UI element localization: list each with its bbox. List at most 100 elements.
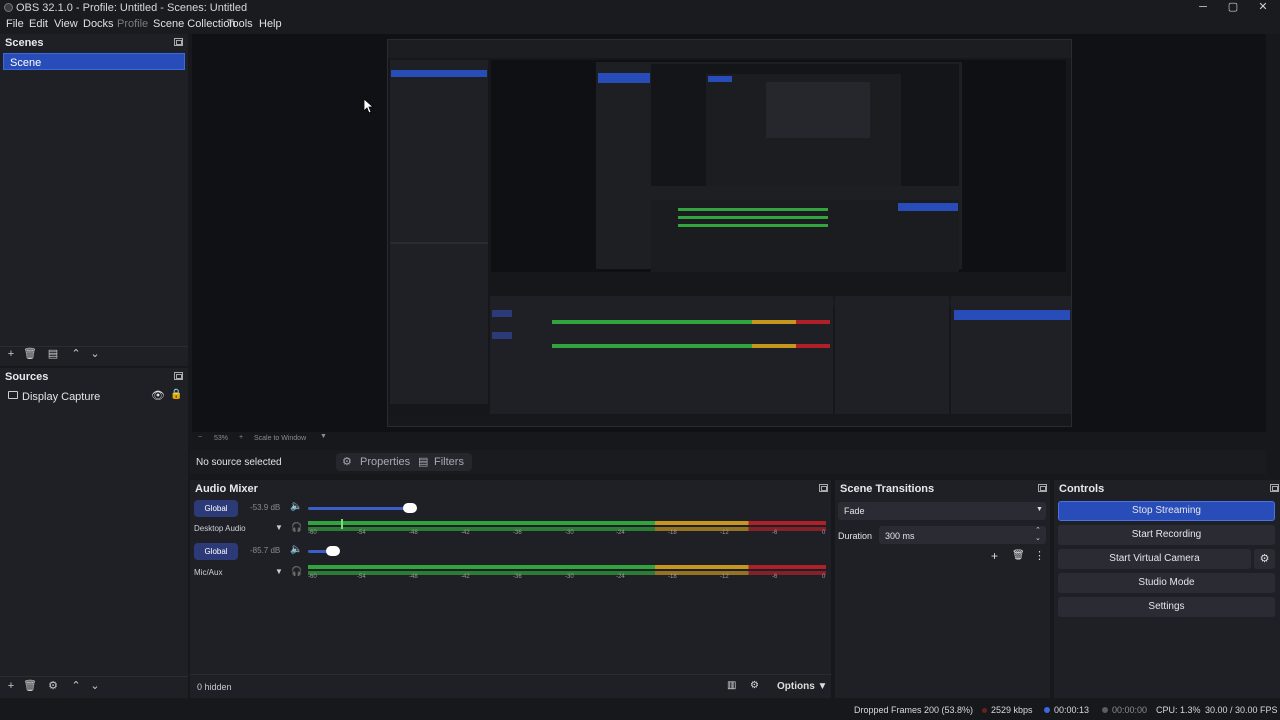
record-time-indicator: 00:00:00 xyxy=(1102,705,1147,715)
title-bar: OBS 32.1.0 - Profile: Untitled - Scenes:… xyxy=(0,0,1280,16)
trash-icon[interactable]: 🗑 xyxy=(1012,550,1025,561)
minimize-button[interactable]: ─ xyxy=(1188,0,1218,16)
transition-select[interactable]: Fade ▼ xyxy=(838,502,1046,520)
global-tag-button[interactable]: Global xyxy=(194,500,238,517)
filters-button[interactable]: ▤ Filters xyxy=(412,453,472,471)
layout-icon[interactable]: ▥ xyxy=(727,680,736,691)
menu-profile[interactable]: Profile xyxy=(117,18,148,30)
options-button[interactable]: Options ▼ xyxy=(777,681,827,692)
scale-tick: -12 xyxy=(720,530,729,536)
scale-tick: -18 xyxy=(668,574,677,580)
chevron-up-icon[interactable]: ⌃ xyxy=(1035,526,1041,534)
scale-dropdown-icon[interactable]: ▼ xyxy=(320,433,327,440)
audio-meter xyxy=(308,565,826,569)
close-button[interactable]: ✕ xyxy=(1248,0,1278,16)
streaming-icon xyxy=(1044,707,1050,713)
trash-icon[interactable]: 🗑 xyxy=(22,347,38,361)
menu-tools[interactable]: Tools xyxy=(227,18,253,30)
scale-tick: -18 xyxy=(668,530,677,536)
volume-slider-handle[interactable] xyxy=(326,546,340,556)
zoom-out-button[interactable]: − xyxy=(198,434,202,441)
menu-docks[interactable]: Docks xyxy=(83,18,114,30)
lock-icon[interactable]: 🔒 xyxy=(170,389,182,400)
start-virtual-camera-button[interactable]: Start Virtual Camera xyxy=(1058,549,1251,569)
duration-spinbox[interactable]: 300 ms ⌃ ⌄ xyxy=(879,526,1046,544)
chevron-up-icon[interactable]: ⌃ xyxy=(68,679,84,693)
hidden-count: 0 hidden xyxy=(197,682,232,692)
zoom-in-button[interactable]: + xyxy=(239,434,243,441)
status-bar: Dropped Frames 200 (53.8%) 2529 kbps 00:… xyxy=(0,700,1280,720)
speaker-icon[interactable]: 🔈 xyxy=(290,544,302,555)
filters-label: Filters xyxy=(434,456,464,468)
source-label: Display Capture xyxy=(22,391,101,403)
scene-item[interactable]: Scene xyxy=(3,53,185,70)
desktop-audio-label: Desktop Audio xyxy=(194,524,246,533)
plus-icon[interactable]: + xyxy=(3,347,19,361)
scene-transitions-dock: Scene Transitions Fade ▼ Duration 300 ms… xyxy=(835,480,1050,698)
scale-mode[interactable]: Scale to Window xyxy=(254,435,306,442)
advanced-settings-icon[interactable]: ⚙ xyxy=(750,680,759,691)
scale-tick: -6 xyxy=(772,574,778,580)
plus-icon[interactable]: + xyxy=(3,679,19,693)
virtual-camera-settings-gear-icon[interactable]: ⚙ xyxy=(1254,549,1275,569)
global-tag-button[interactable]: Global xyxy=(194,543,238,560)
studio-mode-button[interactable]: Studio Mode xyxy=(1058,573,1275,593)
visibility-eye-icon[interactable]: 👁 xyxy=(151,389,165,402)
maximize-button[interactable]: ▢ xyxy=(1218,0,1248,16)
scale-tick: -36 xyxy=(513,530,522,536)
trash-icon[interactable]: 🗑 xyxy=(22,679,38,693)
more-options-icon[interactable]: ⋮ xyxy=(1034,549,1045,562)
mouse-cursor-icon xyxy=(364,99,374,114)
scale-tick: -12 xyxy=(720,574,729,580)
chevron-down-icon[interactable]: ⌄ xyxy=(1035,534,1041,542)
menu-view[interactable]: View xyxy=(54,18,78,30)
gear-icon[interactable]: ⚙ xyxy=(45,679,61,693)
source-item-display-capture[interactable]: Display Capture 👁 🔒 xyxy=(3,388,185,405)
preview-zoom-bar: − 53% + Scale to Window ▼ xyxy=(192,432,1266,446)
zoom-level: 53% xyxy=(214,435,229,442)
volume-slider-handle[interactable] xyxy=(403,503,417,513)
chevron-down-icon[interactable]: ⌄ xyxy=(87,679,103,693)
chevron-down-icon[interactable]: ▼ xyxy=(275,523,283,532)
chevron-down-icon: ▼ xyxy=(1036,506,1043,513)
chevron-down-icon[interactable]: ⌄ xyxy=(87,347,103,361)
source-toolbar: No source selected ⚙ Properties ▤ Filter… xyxy=(190,450,1266,474)
headphones-icon[interactable]: 🎧 xyxy=(291,566,302,577)
properties-button[interactable]: ⚙ Properties xyxy=(336,453,419,471)
scale-tick: -48 xyxy=(409,530,418,536)
menu-help[interactable]: Help xyxy=(259,18,282,30)
meter-scale: -60 -54 -48 -42 -36 -30 -24 -18 -12 -6 0 xyxy=(308,530,828,538)
settings-button[interactable]: Settings xyxy=(1058,597,1275,617)
meter-scale: -60 -54 -48 -42 -36 -30 -24 -18 -12 -6 0 xyxy=(308,574,828,582)
scale-tick: -6 xyxy=(772,530,778,536)
chevron-down-icon[interactable]: ▼ xyxy=(275,567,283,576)
menu-scene-collection[interactable]: Scene Collection xyxy=(153,18,236,30)
menu-edit[interactable]: Edit xyxy=(29,18,48,30)
stop-streaming-button[interactable]: Stop Streaming xyxy=(1058,501,1275,521)
undock-icon[interactable] xyxy=(174,372,183,380)
options-label: Options xyxy=(777,681,815,692)
gear-icon: ⚙ xyxy=(342,456,352,468)
filter-icon[interactable]: ▤ xyxy=(45,347,61,361)
chevron-up-icon[interactable]: ⌃ xyxy=(68,347,84,361)
volume-slider-track[interactable] xyxy=(308,507,412,510)
scale-tick: -48 xyxy=(409,574,418,580)
obs-logo-icon xyxy=(4,3,13,12)
scale-tick: -60 xyxy=(308,530,317,536)
undock-icon[interactable] xyxy=(174,38,183,46)
start-recording-button[interactable]: Start Recording xyxy=(1058,525,1275,545)
undock-icon[interactable] xyxy=(1270,484,1279,492)
add-transition-icon[interactable]: + xyxy=(991,549,998,563)
undock-icon[interactable] xyxy=(819,484,828,492)
scale-tick: -30 xyxy=(565,530,574,536)
speaker-icon[interactable]: 🔈 xyxy=(290,501,302,512)
stream-time: 00:00:13 xyxy=(1054,705,1090,715)
undock-icon[interactable] xyxy=(1038,484,1047,492)
headphones-icon[interactable]: 🎧 xyxy=(291,522,302,533)
scale-tick: -42 xyxy=(461,574,470,580)
audio-meter xyxy=(308,521,826,525)
nested-obs-window-image xyxy=(388,40,1071,426)
audio-mixer-dock: Audio Mixer Global -53.9 dB 🔈 Desktop Au… xyxy=(190,480,831,698)
stream-time-indicator: 00:00:13 xyxy=(1044,705,1089,715)
menu-file[interactable]: File xyxy=(6,18,24,30)
